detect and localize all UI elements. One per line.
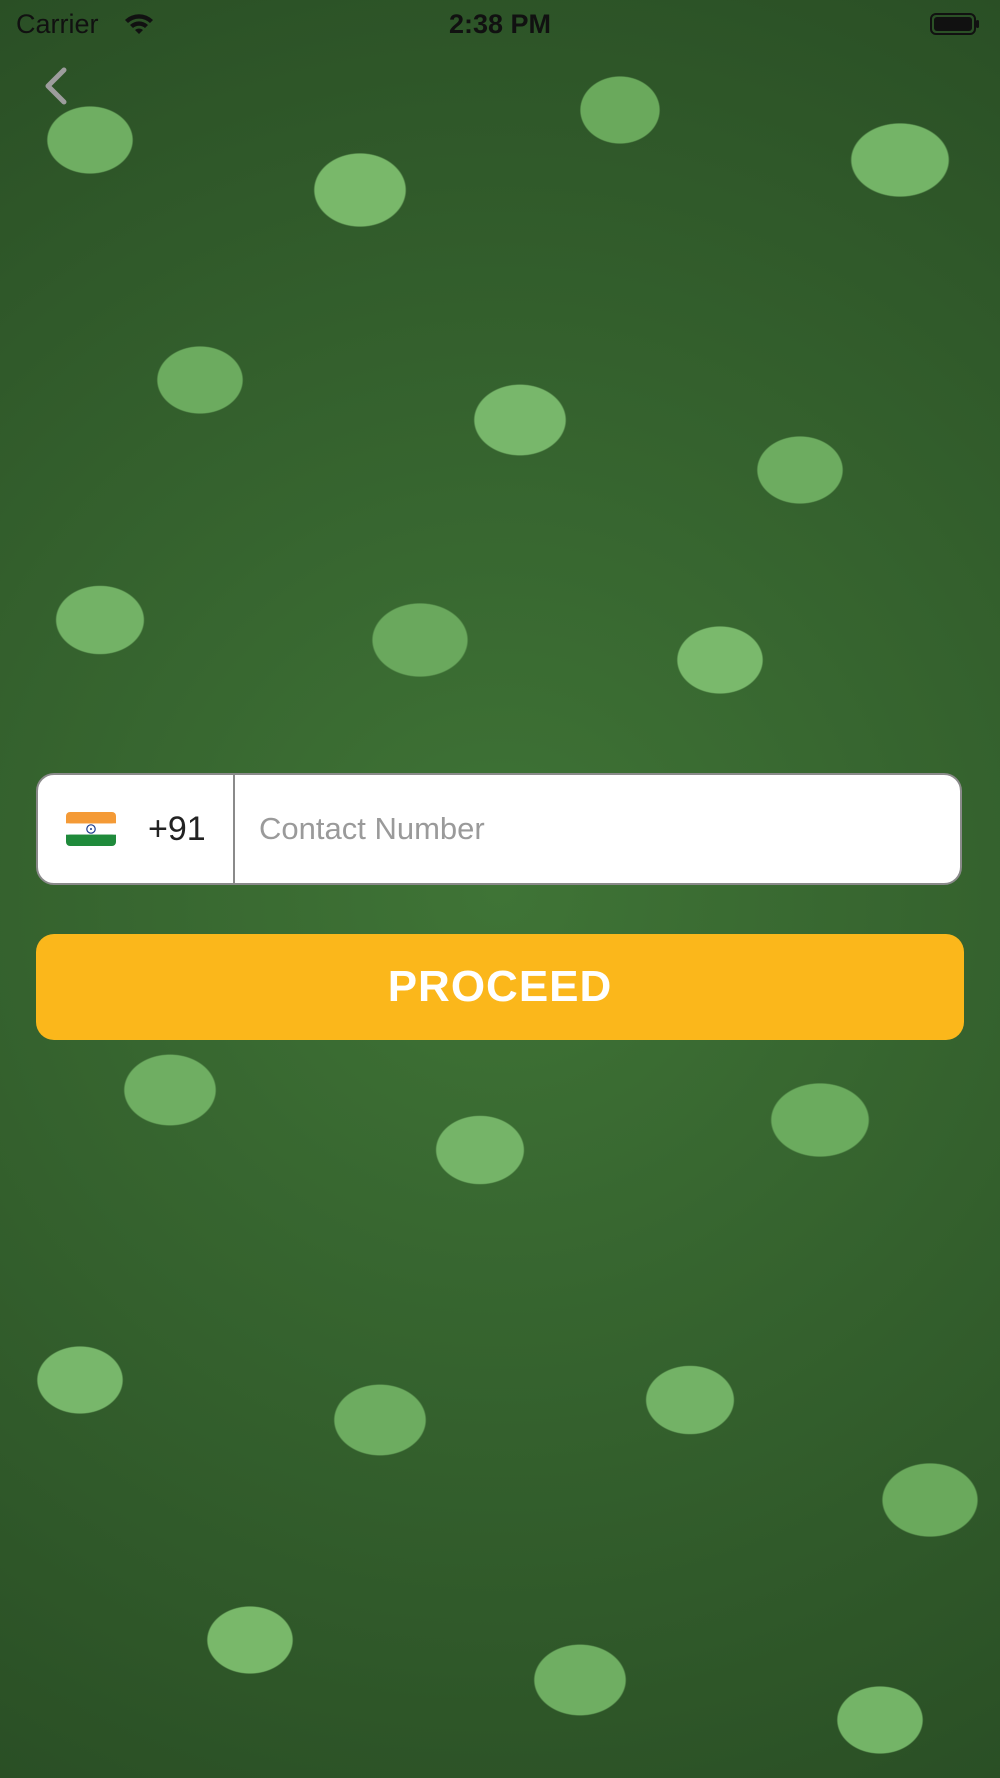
login-screen: Carrier 2:38 PM +91 Contact Number PROCE… xyxy=(0,0,1000,1778)
proceed-button[interactable]: PROCEED xyxy=(36,934,964,1040)
battery-icon xyxy=(930,13,979,35)
phone-number-field: +91 xyxy=(36,773,962,885)
dial-code-label: +91 xyxy=(148,809,206,848)
country-code-picker[interactable]: +91 xyxy=(38,775,235,883)
india-flag-icon xyxy=(66,812,116,846)
status-bar: Carrier 2:38 PM xyxy=(0,0,1000,50)
status-time: 2:38 PM xyxy=(448,9,552,39)
chevron-left-icon[interactable] xyxy=(38,64,74,108)
contact-number-input[interactable] xyxy=(235,775,960,883)
